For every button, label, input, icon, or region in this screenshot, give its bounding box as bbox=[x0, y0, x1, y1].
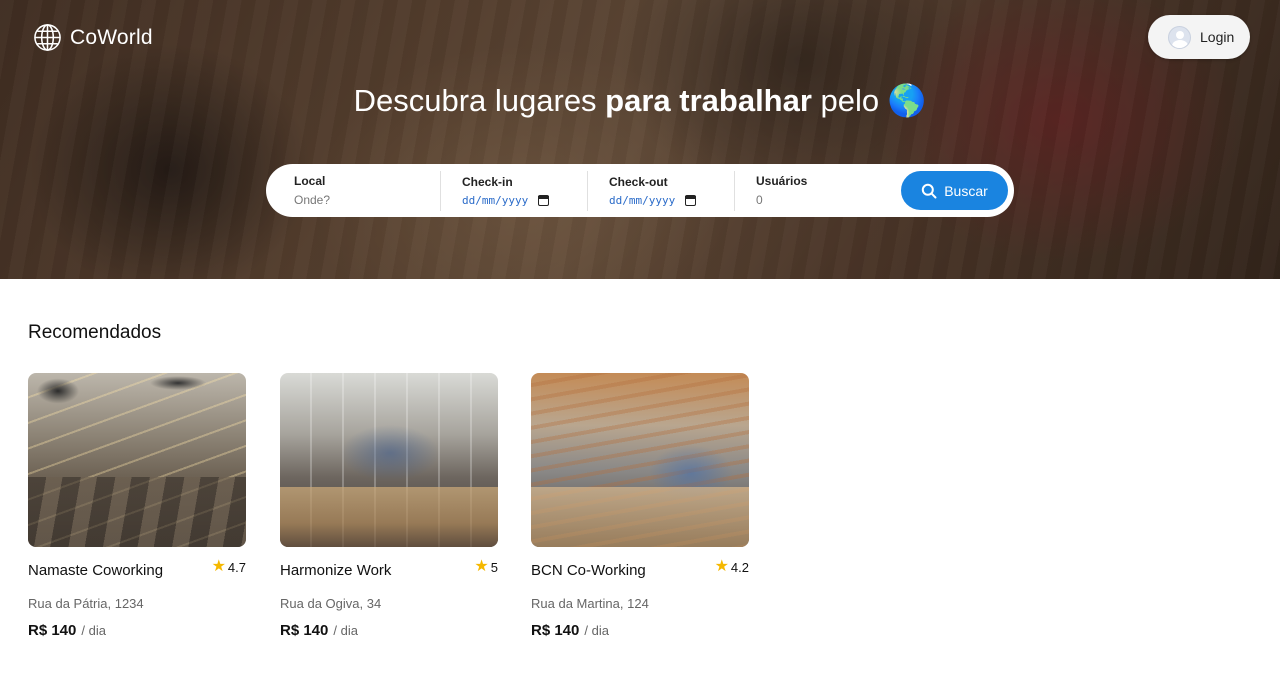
users-input[interactable]: 0 bbox=[756, 193, 900, 207]
coworking-photo[interactable] bbox=[28, 373, 246, 547]
coworking-name[interactable]: Harmonize Work bbox=[280, 562, 391, 579]
checkout-label: Check-out bbox=[609, 174, 668, 189]
login-label: Login bbox=[1200, 29, 1235, 45]
rating: ★ 4.7 bbox=[212, 559, 246, 575]
local-label: Local bbox=[294, 174, 326, 188]
checkin-field[interactable]: Check-in dd/mm/yyyy bbox=[440, 170, 587, 211]
earth-globe-icon: 🌎 bbox=[887, 83, 927, 118]
card-header: Namaste Coworking ★ 4.7 bbox=[28, 559, 246, 583]
star-icon: ★ bbox=[474, 558, 489, 575]
coworking-address: Rua da Ogiva, 34 bbox=[280, 596, 382, 611]
coworking-card[interactable]: Harmonize Work ★ 5 Rua da Ogiva, 34 R$ 1… bbox=[280, 373, 498, 639]
price-value: R$ 140 bbox=[280, 622, 329, 639]
price-unit: / dia bbox=[333, 623, 358, 638]
login-button[interactable]: Login bbox=[1148, 15, 1250, 59]
coworking-address: Rua da Martina, 124 bbox=[531, 596, 649, 611]
price-value: R$ 140 bbox=[531, 622, 580, 639]
calendar-icon[interactable] bbox=[685, 194, 697, 206]
star-icon: ★ bbox=[714, 558, 729, 575]
card-header: Harmonize Work ★ 5 bbox=[280, 559, 498, 583]
checkout-field[interactable]: Check-out dd/mm/yyyy bbox=[587, 170, 734, 211]
price-value: R$ 140 bbox=[28, 622, 77, 639]
logo-text: CoWorld bbox=[70, 25, 153, 49]
headline-part2: pelo bbox=[811, 83, 888, 118]
coworking-price: R$ 140 / dia bbox=[28, 622, 106, 639]
coworking-price: R$ 140 / dia bbox=[531, 622, 609, 639]
rating: ★ 4.2 bbox=[715, 559, 749, 575]
coworking-card[interactable]: Namaste Coworking ★ 4.7 Rua da Pátria, 1… bbox=[28, 373, 246, 639]
coworking-price: R$ 140 / dia bbox=[280, 622, 358, 639]
users-label: Usuários bbox=[756, 174, 808, 188]
calendar-icon[interactable] bbox=[538, 194, 550, 206]
rating-value: 5 bbox=[490, 559, 498, 575]
search-icon bbox=[922, 183, 937, 198]
coworking-card[interactable]: BCN Co-Working ★ 4.2 Rua da Martina, 124… bbox=[531, 373, 749, 639]
card-header: BCN Co-Working ★ 4.2 bbox=[531, 559, 749, 583]
hero-banner: CoWorld Login Descubra lugares para trab… bbox=[0, 0, 1280, 279]
rating-value: 4.7 bbox=[227, 559, 246, 575]
local-input[interactable]: Onde? bbox=[294, 193, 440, 207]
checkin-input[interactable]: dd/mm/yyyy bbox=[462, 194, 587, 207]
coworking-photo[interactable] bbox=[280, 373, 498, 547]
coworking-name[interactable]: BCN Co-Working bbox=[531, 562, 646, 579]
local-field[interactable]: Local Onde? bbox=[266, 171, 440, 211]
checkin-date-value: dd/mm/yyyy bbox=[462, 193, 529, 207]
search-button[interactable]: Buscar bbox=[901, 171, 1008, 210]
headline-bold: para trabalhar bbox=[605, 83, 812, 118]
checkin-label: Check-in bbox=[462, 174, 513, 189]
coworking-name[interactable]: Namaste Coworking bbox=[28, 562, 163, 579]
checkout-date-value: dd/mm/yyyy bbox=[609, 193, 676, 207]
headline-part1: Descubra lugares bbox=[353, 83, 606, 118]
search-button-label: Buscar bbox=[944, 182, 988, 199]
users-field[interactable]: Usuários 0 bbox=[734, 170, 900, 211]
section-title: Recomendados bbox=[28, 322, 162, 343]
price-unit: / dia bbox=[81, 623, 106, 638]
hero-headline: Descubra lugares para trabalhar pelo 🌎 bbox=[0, 82, 1280, 119]
search-bar: Local Onde? Check-in dd/mm/yyyy Check-ou… bbox=[266, 164, 1014, 217]
checkout-input[interactable]: dd/mm/yyyy bbox=[609, 194, 734, 207]
coworking-photo[interactable] bbox=[531, 373, 749, 547]
logo[interactable]: CoWorld bbox=[33, 23, 153, 52]
rating: ★ 5 bbox=[474, 559, 498, 575]
rating-value: 4.2 bbox=[730, 559, 749, 575]
globe-icon bbox=[34, 24, 61, 51]
star-icon: ★ bbox=[211, 558, 226, 575]
coworking-address: Rua da Pátria, 1234 bbox=[28, 596, 144, 611]
avatar-icon bbox=[1168, 25, 1191, 49]
price-unit: / dia bbox=[584, 623, 609, 638]
